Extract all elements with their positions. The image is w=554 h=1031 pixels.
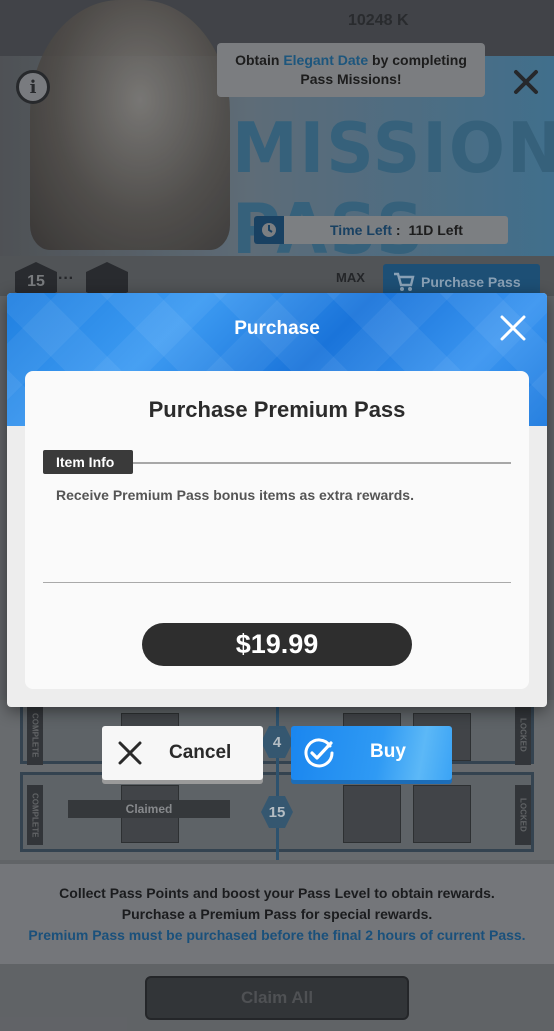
hint-prefix: Obtain — [235, 52, 284, 68]
purchase-dialog: Purchase Purchase Premium Pass Item Info… — [7, 293, 547, 707]
pass-info-text: Collect Pass Points and boost your Pass … — [0, 864, 554, 964]
close-icon[interactable] — [510, 66, 542, 98]
info-line-2: Purchase a Premium Pass for special rewa… — [121, 906, 433, 922]
time-left-value: 11D Left — [408, 222, 463, 238]
claim-all-button[interactable]: Claim All — [145, 976, 409, 1020]
locked-tag: LOCKED — [515, 705, 531, 765]
divider — [43, 582, 511, 583]
dialog-title: Purchase — [234, 318, 320, 339]
cancel-label: Cancel — [169, 742, 232, 763]
hint-suffix: by completing — [368, 52, 467, 68]
info-line-1: Collect Pass Points and boost your Pass … — [59, 885, 495, 901]
time-left-bar: Time Left : 11D Left — [254, 216, 508, 244]
locked-tag: LOCKED — [515, 785, 531, 845]
hint-line-2: Pass Missions! — [300, 71, 402, 87]
locked-reward-item[interactable] — [343, 785, 401, 843]
level-ellipsis: ··· — [58, 270, 74, 287]
progress-line — [276, 700, 279, 860]
item-info-tag: Item Info — [43, 450, 133, 474]
complete-tag: COMPLETE — [27, 785, 43, 845]
time-left-label: Time Left — [330, 222, 392, 238]
close-icon — [118, 741, 142, 765]
price-button[interactable]: $19.99 — [142, 623, 412, 666]
locked-reward-item[interactable] — [413, 785, 471, 843]
clock-icon — [254, 216, 284, 244]
mission-hint-bubble: Obtain Elegant Date by completing Pass M… — [217, 43, 485, 97]
info-icon[interactable]: i — [16, 70, 50, 104]
buy-label: Buy — [370, 741, 406, 762]
time-left-separator: : — [391, 222, 405, 238]
hint-highlight: Elegant Date — [283, 52, 369, 68]
item-description: Receive Premium Pass bonus items as extr… — [56, 487, 414, 503]
close-icon[interactable] — [497, 312, 529, 344]
purchase-pass-label: Purchase Pass — [421, 274, 521, 290]
complete-tag: COMPLETE — [27, 705, 43, 765]
max-label: MAX — [336, 270, 365, 285]
claimed-label: Claimed — [68, 800, 230, 818]
page-title: MISSION PASS — [232, 108, 554, 270]
card-title: Purchase Premium Pass — [148, 397, 406, 422]
cancel-button[interactable]: Cancel — [102, 726, 263, 780]
buy-button[interactable]: Buy — [291, 726, 452, 780]
divider — [133, 462, 511, 464]
currency-amount: 10248 K — [348, 12, 409, 29]
check-circle-icon — [304, 738, 334, 768]
info-line-3: Premium Pass must be purchased before th… — [28, 927, 526, 943]
dialog-card: Purchase Premium Pass Item Info Receive … — [25, 371, 529, 689]
cart-icon — [394, 272, 415, 291]
character-illustration — [30, 0, 230, 250]
